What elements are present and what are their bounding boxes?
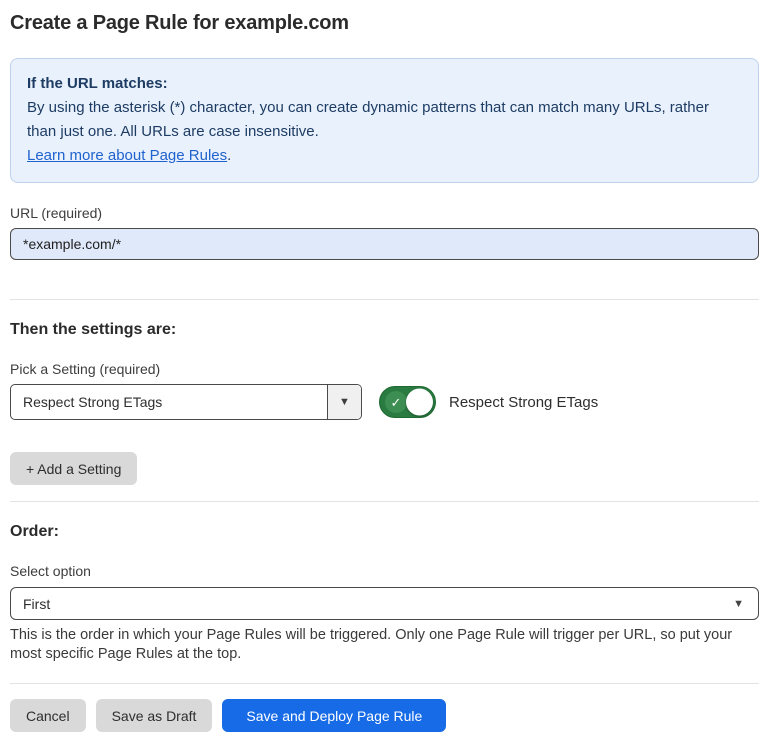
- order-select-value: First: [23, 596, 50, 612]
- order-select[interactable]: First ▼: [10, 587, 759, 620]
- chevron-down-icon: ▼: [733, 598, 744, 610]
- info-box-body: By using the asterisk (*) character, you…: [27, 96, 742, 168]
- url-input[interactable]: [10, 228, 759, 260]
- toggle-knob: [406, 389, 433, 416]
- save-and-deploy-button[interactable]: Save and Deploy Page Rule: [222, 699, 446, 732]
- add-setting-button[interactable]: + Add a Setting: [10, 452, 137, 485]
- pick-setting-label: Pick a Setting (required): [10, 361, 759, 377]
- setting-toggle[interactable]: ✓: [379, 386, 436, 418]
- setting-select-arrow-button[interactable]: ▼: [327, 385, 361, 419]
- setting-select-value: Respect Strong ETags: [11, 385, 327, 419]
- page-rule-form: Create a Page Rule for example.com If th…: [0, 12, 769, 732]
- info-box-heading: If the URL matches:: [27, 72, 742, 96]
- footer-actions: Cancel Save as Draft Save and Deploy Pag…: [10, 699, 759, 732]
- order-section-heading: Order:: [10, 523, 759, 541]
- save-as-draft-button[interactable]: Save as Draft: [96, 699, 213, 732]
- order-select-label: Select option: [10, 563, 759, 579]
- toggle-label: Respect Strong ETags: [449, 394, 598, 411]
- dropdown-arrow-icon: ▼: [339, 396, 350, 408]
- order-help-text: This is the order in which your Page Rul…: [10, 626, 759, 664]
- checkmark-icon: ✓: [385, 391, 407, 413]
- link-suffix: .: [227, 147, 231, 164]
- setting-select[interactable]: Respect Strong ETags ▼: [10, 384, 362, 420]
- settings-section-heading: Then the settings are:: [10, 321, 759, 339]
- info-box-body-text: By using the asterisk (*) character, you…: [27, 99, 709, 140]
- url-field-label: URL (required): [10, 205, 759, 221]
- learn-more-link[interactable]: Learn more about Page Rules: [27, 147, 227, 164]
- cancel-button[interactable]: Cancel: [10, 699, 86, 732]
- divider: [10, 299, 759, 300]
- page-title: Create a Page Rule for example.com: [10, 12, 759, 35]
- url-match-info-box: If the URL matches: By using the asteris…: [10, 58, 759, 183]
- divider: [10, 501, 759, 502]
- divider: [10, 683, 759, 684]
- setting-row: Respect Strong ETags ▼ ✓ Respect Strong …: [10, 384, 759, 420]
